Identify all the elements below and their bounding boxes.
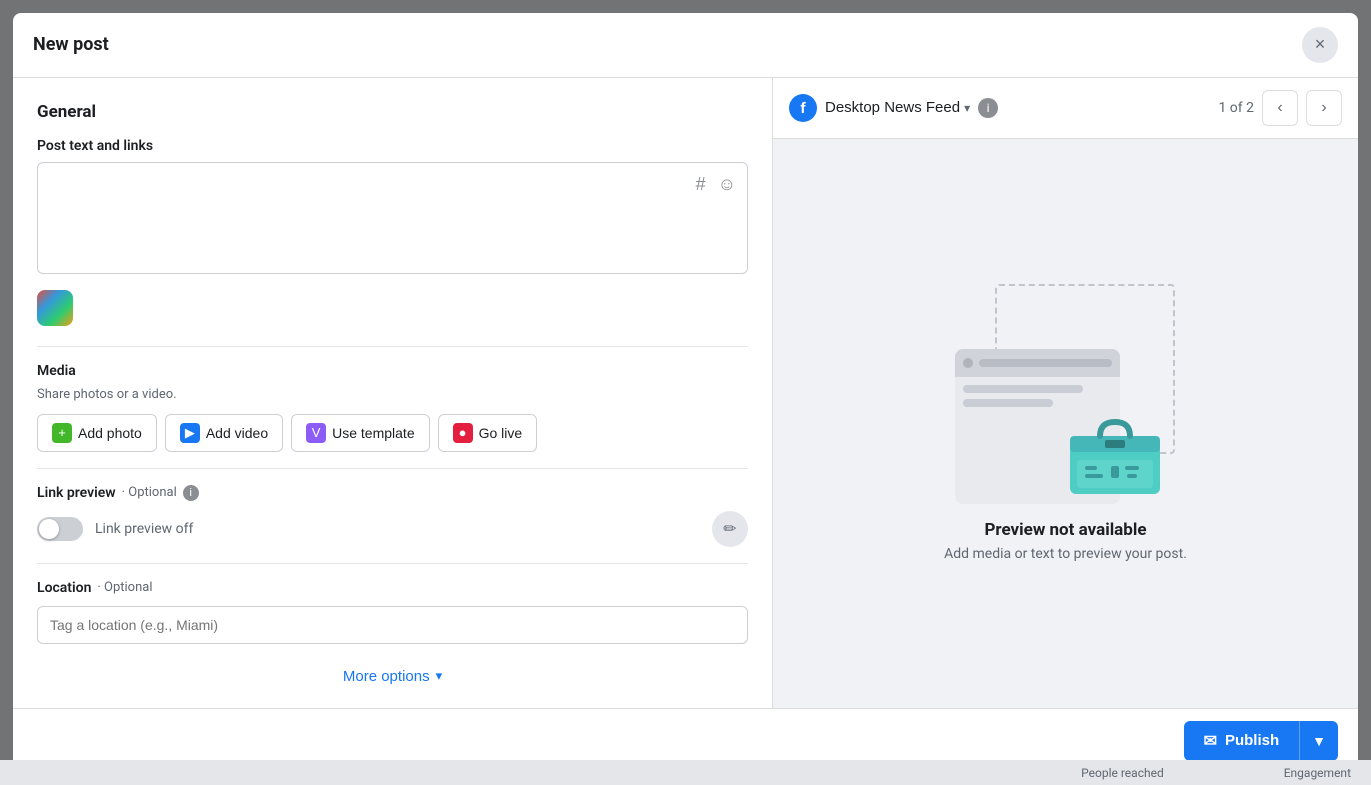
mock-dot-1 xyxy=(963,358,973,368)
mock-line-1 xyxy=(963,385,1082,393)
chevron-right-icon: › xyxy=(1321,99,1326,117)
chevron-left-icon: ‹ xyxy=(1277,99,1282,117)
link-preview-toggle[interactable] xyxy=(37,517,83,541)
more-options-chevron-icon: ▾ xyxy=(436,668,443,684)
preview-not-available: Preview not available Add media or text … xyxy=(944,520,1187,562)
location-section: Location · Optional xyxy=(37,580,748,644)
media-buttons-group: + Add photo ▶ Add video V Use template xyxy=(37,414,748,452)
tool-1 xyxy=(1085,466,1097,470)
divider-3 xyxy=(37,563,748,564)
preview-placement-label: Desktop News Feed xyxy=(825,99,960,116)
publish-dropdown-button[interactable]: ▼ xyxy=(1299,721,1338,761)
link-preview-edit-button[interactable]: ✏ xyxy=(712,511,748,547)
toolbox-svg xyxy=(1065,404,1165,494)
add-video-label: Add video xyxy=(206,425,268,441)
left-panel: General Post text and links # ☺ xyxy=(13,78,773,708)
go-live-button[interactable]: ● Go live xyxy=(438,414,538,452)
page-count: 1 of 2 xyxy=(1218,100,1254,116)
toggle-slider xyxy=(37,517,83,541)
facebook-icon: f xyxy=(789,94,817,122)
emoji-button[interactable]: ☺ xyxy=(716,172,738,197)
live-icon: ● xyxy=(453,423,473,443)
divider-2 xyxy=(37,468,748,469)
send-icon: ✉ xyxy=(1204,731,1217,751)
location-label-row: Location · Optional xyxy=(37,580,748,596)
use-template-button[interactable]: V Use template xyxy=(291,414,429,452)
modal-header: New post × xyxy=(13,13,1358,78)
publish-label: Publish xyxy=(1225,732,1279,749)
tool-3 xyxy=(1111,466,1119,478)
template-icon: V xyxy=(306,423,326,443)
preview-dropdown-arrow-icon: ▾ xyxy=(964,101,970,115)
modal-body: General Post text and links # ☺ xyxy=(13,78,1358,708)
style-icon-wrapper xyxy=(37,290,748,330)
location-label: Location xyxy=(37,580,91,596)
preview-placement-dropdown[interactable]: Desktop News Feed ▾ xyxy=(825,99,970,116)
preview-info-icon[interactable]: i xyxy=(978,98,998,118)
hashtag-button[interactable]: # xyxy=(694,172,708,197)
link-preview-label: Link preview xyxy=(37,485,116,501)
link-preview-section: Link preview · Optional i Link preview o… xyxy=(37,485,748,547)
mock-address-bar xyxy=(979,359,1112,367)
section-general-title: General xyxy=(37,102,748,122)
modal-overlay: New post × General Post text and links #… xyxy=(0,0,1371,785)
link-preview-optional: · Optional xyxy=(122,485,177,500)
mock-card-header xyxy=(955,349,1120,377)
textarea-icon-group: # ☺ xyxy=(694,172,738,197)
media-section: Media Share photos or a video. + Add pho… xyxy=(37,363,748,452)
location-input[interactable] xyxy=(37,606,748,644)
add-video-icon: ▶ xyxy=(180,423,200,443)
divider-1 xyxy=(37,346,748,347)
tool-5 xyxy=(1127,474,1137,478)
preview-illustration xyxy=(955,284,1175,504)
media-label: Media xyxy=(37,363,748,379)
preview-toolbar: f Desktop News Feed ▾ i 1 of 2 ‹ › xyxy=(773,78,1358,139)
preview-pagination: 1 of 2 ‹ › xyxy=(1218,90,1342,126)
preview-empty-state: Preview not available Add media or text … xyxy=(944,284,1187,562)
toolbox-illustration xyxy=(1065,404,1165,494)
people-reached-label: People reached xyxy=(1081,766,1164,780)
add-photo-label: Add photo xyxy=(78,425,142,441)
engagement-label: Engagement xyxy=(1284,766,1351,780)
add-video-button[interactable]: ▶ Add video xyxy=(165,414,283,452)
mock-line-2 xyxy=(963,399,1052,407)
tool-4 xyxy=(1125,466,1139,470)
go-live-label: Go live xyxy=(479,425,523,441)
close-button[interactable]: × xyxy=(1302,27,1338,63)
add-photo-button[interactable]: + Add photo xyxy=(37,414,157,452)
preview-content-area: Preview not available Add media or text … xyxy=(773,139,1358,708)
preview-unavailable-title: Preview not available xyxy=(944,520,1187,540)
next-preview-button[interactable]: › xyxy=(1306,90,1342,126)
link-preview-row: Link preview off ✏ xyxy=(37,511,748,547)
link-preview-off-label: Link preview off xyxy=(95,521,700,537)
textarea-wrapper: # ☺ xyxy=(37,162,748,278)
toolbox-latch xyxy=(1105,440,1125,448)
text-style-icon[interactable] xyxy=(37,290,73,326)
link-preview-info-icon[interactable]: i xyxy=(183,485,199,501)
publish-main-button[interactable]: ✉ Publish xyxy=(1184,721,1300,761)
more-options-button[interactable]: More options ▾ xyxy=(37,660,748,693)
more-options-label: More options xyxy=(343,668,430,685)
publish-arrow-icon: ▼ xyxy=(1312,733,1326,749)
location-optional: · Optional xyxy=(97,580,152,595)
use-template-label: Use template xyxy=(332,425,414,441)
media-subtitle: Share photos or a video. xyxy=(37,387,748,402)
new-post-modal: New post × General Post text and links #… xyxy=(13,13,1358,773)
post-text-label: Post text and links xyxy=(37,138,748,154)
tool-2 xyxy=(1085,474,1103,478)
add-photo-icon: + xyxy=(52,423,72,443)
toolbox-handle xyxy=(1100,422,1130,436)
modal-title: New post xyxy=(33,34,109,55)
right-panel: f Desktop News Feed ▾ i 1 of 2 ‹ › xyxy=(773,78,1358,708)
preview-unavailable-subtitle: Add media or text to preview your post. xyxy=(944,546,1187,562)
publish-button-group: ✉ Publish ▼ xyxy=(1184,721,1338,761)
prev-preview-button[interactable]: ‹ xyxy=(1262,90,1298,126)
bottom-bar: People reached Engagement xyxy=(0,760,1371,785)
post-text-input[interactable] xyxy=(37,162,748,274)
link-preview-label-row: Link preview · Optional i xyxy=(37,485,748,501)
